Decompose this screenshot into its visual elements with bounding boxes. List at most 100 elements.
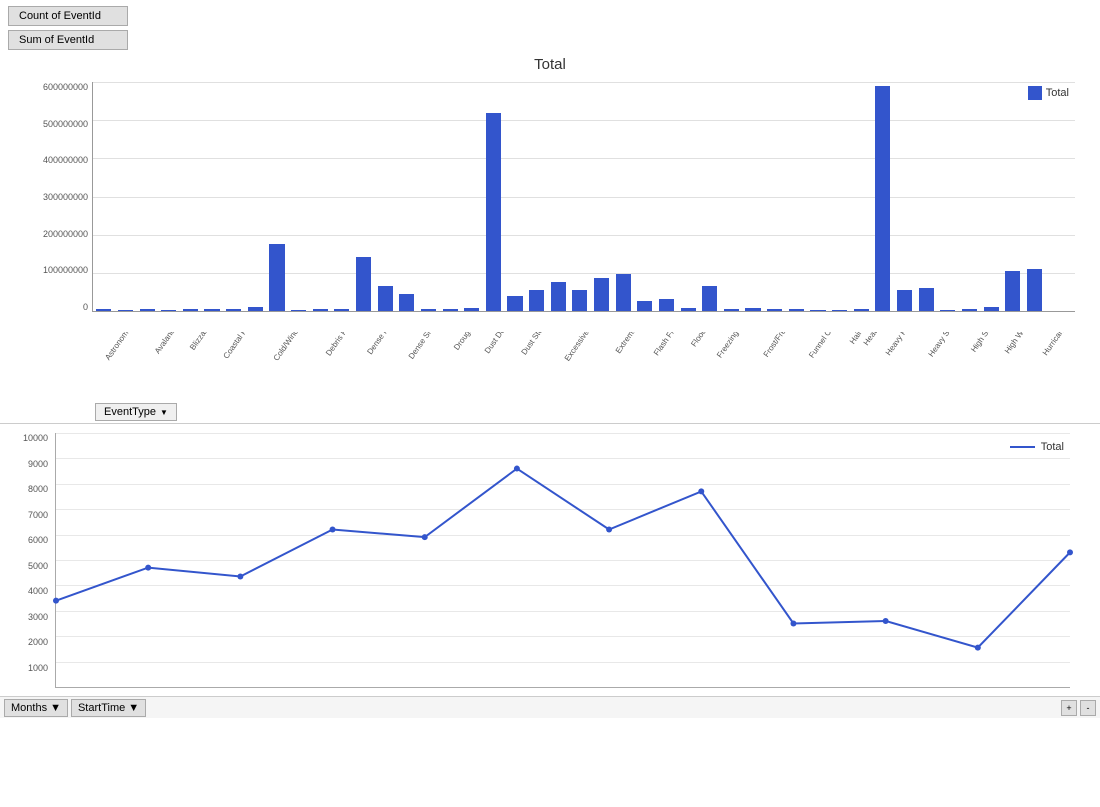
bar-item — [897, 290, 912, 311]
bar-item — [248, 307, 263, 311]
bar-wrapper — [158, 82, 180, 311]
bar-wrapper — [136, 82, 158, 311]
bar-wrapper — [180, 82, 202, 311]
x-label: Astronomical... — [92, 332, 145, 397]
bar-wrapper — [721, 82, 743, 311]
bar-wrapper — [331, 82, 353, 311]
bar-wrapper — [93, 82, 115, 311]
bar-wrapper — [461, 82, 483, 311]
bar-wrapper — [374, 82, 396, 311]
y-label-5: 500000000 — [10, 119, 92, 129]
bar-wrapper — [829, 82, 851, 311]
bar-wrapper — [656, 82, 678, 311]
bar-item — [551, 282, 566, 311]
bar-wrapper — [244, 82, 266, 311]
bar-wrapper — [591, 82, 613, 311]
bar-wrapper — [786, 82, 808, 311]
bar-wrapper — [959, 82, 981, 311]
line-y-7: 7000 — [0, 510, 52, 520]
x-label: Cold/Wind Chill — [260, 332, 315, 397]
count-eventid-button[interactable]: Count of EventId — [8, 6, 128, 26]
bars-container — [93, 82, 1045, 311]
bar-wrapper — [309, 82, 331, 311]
bar-item — [767, 309, 782, 311]
bar-wrapper — [418, 82, 440, 311]
eventtype-label: EventType — [104, 406, 156, 418]
bar-item — [378, 286, 393, 311]
bar-wrapper — [201, 82, 223, 311]
x-label: Ice Storm — [1073, 332, 1075, 397]
bar-item — [681, 308, 696, 311]
y-label-2: 200000000 — [10, 229, 92, 239]
line-y-axis: 1000 2000 3000 4000 5000 6000 7000 8000 … — [0, 433, 52, 688]
scroll-minus-button[interactable]: - — [1080, 700, 1096, 716]
x-label: Debris Flow — [315, 332, 357, 397]
bar-wrapper — [764, 82, 786, 311]
bar-y-axis: 0 100000000 200000000 300000000 40000000… — [10, 82, 92, 312]
x-label: Drought — [446, 332, 474, 397]
bar-wrapper — [634, 82, 656, 311]
x-label: Dust Devil — [475, 332, 511, 397]
line-y-6: 6000 — [0, 535, 52, 545]
bar-item — [1005, 271, 1020, 311]
bar-wrapper — [807, 82, 829, 311]
scroll-plus-button[interactable]: + — [1061, 700, 1077, 716]
months-label: Months — [11, 702, 47, 714]
bar-item — [118, 310, 133, 311]
bar-item — [313, 309, 328, 311]
bottom-controls: Months ▼ StartTime ▼ + - — [0, 696, 1100, 718]
bar-chart-title: Total — [10, 56, 1090, 73]
line-chart-svg — [56, 433, 1070, 687]
bar-item — [984, 307, 999, 311]
bar-wrapper — [439, 82, 461, 311]
bar-item — [1027, 269, 1042, 311]
bar-item — [96, 309, 111, 311]
months-dropdown-button[interactable]: Months ▼ — [4, 699, 68, 717]
bar-wrapper — [915, 82, 937, 311]
bar-chart-area: Total — [92, 82, 1075, 312]
bar-wrapper — [980, 82, 1002, 311]
line-y-1: 1000 — [0, 663, 52, 673]
bar-wrapper — [850, 82, 872, 311]
top-buttons-area: Count of EventId Sum of EventId — [0, 0, 1100, 56]
x-label: Hurricane... — [1032, 332, 1073, 397]
x-label: High Surf — [962, 332, 995, 397]
x-label: Avalanche — [145, 332, 182, 397]
bar-item — [616, 274, 631, 311]
bar-wrapper — [677, 82, 699, 311]
bar-item — [334, 309, 349, 311]
bar-wrapper — [353, 82, 375, 311]
bar-item — [724, 309, 739, 311]
x-label: Blizzard — [182, 332, 210, 397]
x-label: Freezing Fog — [705, 332, 752, 397]
bar-legend-label: Total — [1046, 87, 1069, 99]
eventtype-dropdown-button[interactable]: EventType ▼ — [95, 403, 177, 421]
bar-wrapper — [288, 82, 310, 311]
bar-item — [269, 244, 284, 311]
line-chart-outer: 1000 2000 3000 4000 5000 6000 7000 8000 … — [0, 428, 1100, 718]
bar-wrapper — [115, 82, 137, 311]
bar-item — [962, 309, 977, 311]
bar-item — [594, 278, 609, 311]
bar-wrapper — [483, 82, 505, 311]
bar-item — [702, 286, 717, 311]
y-label-0: 0 — [10, 302, 92, 312]
line-y-4: 4000 — [0, 586, 52, 596]
bar-wrapper — [1024, 82, 1046, 311]
bar-item — [572, 290, 587, 311]
sum-eventid-button[interactable]: Sum of EventId — [8, 30, 128, 50]
starttime-dropdown-button[interactable]: StartTime ▼ — [71, 699, 146, 717]
bar-wrapper — [937, 82, 959, 311]
line-y-9: 9000 — [0, 459, 52, 469]
line-legend-label: Total — [1041, 441, 1064, 453]
bar-item — [940, 310, 955, 311]
x-label: Flood — [685, 332, 705, 397]
dropdown-arrow-icon: ▼ — [160, 408, 168, 417]
bar-wrapper — [612, 82, 634, 311]
bar-wrapper — [504, 82, 526, 311]
bar-chart-section: Total 0 100000000 200000000 300000000 40… — [0, 56, 1100, 421]
line-y-2: 2000 — [0, 637, 52, 647]
x-label: Funnel Cloud — [797, 332, 845, 397]
bar-item — [204, 309, 219, 311]
bar-item — [291, 310, 306, 311]
